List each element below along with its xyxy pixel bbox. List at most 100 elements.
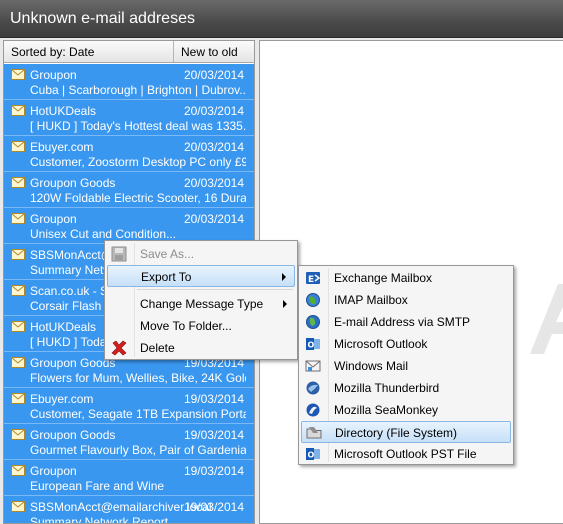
- message-sender: HotUKDeals: [30, 320, 97, 334]
- delete-x-icon: [111, 340, 127, 356]
- message-date: 20/03/2014: [183, 212, 244, 226]
- envelope-icon: [11, 213, 25, 224]
- message-date: 20/03/2014: [183, 140, 244, 154]
- svg-text:O: O: [308, 451, 315, 460]
- menu-item-export-to[interactable]: Export To: [107, 265, 295, 287]
- export-item-windows-mail[interactable]: Windows Mail: [301, 355, 511, 377]
- message-row[interactable]: Groupon 20/03/2014 Unisex Cut and Condit…: [4, 208, 254, 244]
- message-date: 19/03/2014: [183, 392, 244, 406]
- menu-item-label: Microsoft Outlook PST File: [334, 447, 477, 461]
- message-date: 19/03/2014: [183, 500, 244, 514]
- submenu-arrow-icon: [282, 273, 286, 281]
- envelope-icon: [11, 393, 25, 404]
- list-header: Sorted by: Date New to old: [4, 41, 254, 63]
- folder-icon: [306, 427, 322, 439]
- menu-item-label: Exchange Mailbox: [334, 271, 433, 285]
- menu-item-label: Mozilla Thunderbird: [334, 381, 440, 395]
- export-item-directory[interactable]: Directory (File System): [301, 421, 511, 443]
- export-item-microsoft-outlook[interactable]: O Microsoft Outlook: [301, 333, 511, 355]
- menu-item-label: Change Message Type: [140, 297, 264, 311]
- menu-item-label: Mozilla SeaMonkey: [334, 403, 439, 417]
- message-row[interactable]: Groupon 19/03/2014 European Fare and Win…: [4, 460, 254, 496]
- submenu-arrow-icon: [283, 300, 287, 308]
- envelope-icon: [11, 69, 25, 80]
- menu-item-label: Move To Folder...: [140, 319, 232, 333]
- message-subject: Customer, Seagate 1TB Expansion Porta...: [30, 407, 246, 421]
- svg-text:E: E: [308, 275, 314, 285]
- envelope-icon: [11, 321, 25, 332]
- sort-by-button[interactable]: Sorted by: Date: [4, 41, 174, 62]
- menu-item-label: Delete: [140, 341, 175, 355]
- message-subject: Summary Network Report...: [30, 515, 179, 524]
- watermark-logo: [530, 284, 563, 354]
- menu-item-change-message-type[interactable]: Change Message Type: [107, 293, 295, 315]
- message-sender: Ebuyer.com: [30, 140, 94, 154]
- envelope-icon: [11, 141, 25, 152]
- message-row[interactable]: Groupon Goods 19/03/2014 Gourmet Flavour…: [4, 424, 254, 460]
- smtp-globe-icon: [306, 315, 320, 329]
- message-sender: HotUKDeals: [30, 104, 97, 118]
- envelope-icon: [11, 501, 25, 512]
- message-row[interactable]: Groupon Goods 20/03/2014 120W Foldable E…: [4, 172, 254, 208]
- export-item-smtp[interactable]: E-mail Address via SMTP: [301, 311, 511, 333]
- message-date: 20/03/2014: [183, 176, 244, 190]
- window-title: Unknown e-mail addreses: [10, 10, 195, 27]
- menu-item-label: IMAP Mailbox: [334, 293, 408, 307]
- message-row[interactable]: Ebuyer.com 20/03/2014 Customer, Zoostorm…: [4, 136, 254, 172]
- menu-item-label: Windows Mail: [334, 359, 409, 373]
- envelope-icon: [11, 429, 25, 440]
- imap-globe-icon: [306, 293, 320, 307]
- message-sender: Ebuyer.com: [30, 392, 94, 406]
- message-date: 19/03/2014: [183, 428, 244, 442]
- envelope-icon: [11, 357, 25, 368]
- export-item-mozilla-seamonkey[interactable]: Mozilla SeaMonkey: [301, 399, 511, 421]
- message-sender: Groupon Goods: [30, 428, 116, 442]
- menu-item-save-as[interactable]: Save As...: [107, 243, 295, 265]
- message-row[interactable]: HotUKDeals 20/03/2014 [ HUKD ] Today's H…: [4, 100, 254, 136]
- menu-item-label: Export To: [141, 270, 192, 284]
- message-sender: Groupon: [30, 68, 77, 82]
- message-sender: Groupon Goods: [30, 176, 116, 190]
- envelope-icon: [11, 285, 25, 296]
- export-item-exchange-mailbox[interactable]: E Exchange Mailbox: [301, 267, 511, 289]
- message-subject: European Fare and Wine: [30, 479, 165, 493]
- envelope-icon: [11, 249, 25, 260]
- envelope-icon: [11, 465, 25, 476]
- message-sender: Groupon Goods: [30, 356, 116, 370]
- export-item-outlook-pst[interactable]: O Microsoft Outlook PST File: [301, 443, 511, 465]
- svg-text:O: O: [308, 341, 315, 350]
- message-subject: Gourmet Flavourly Box, Pair of Gardenia …: [30, 443, 246, 457]
- message-sender: Groupon: [30, 212, 77, 226]
- message-subject: Unisex Cut and Condition...: [30, 227, 177, 241]
- envelope-icon: [11, 177, 25, 188]
- thunderbird-icon: [306, 381, 320, 395]
- menu-item-label: Save As...: [140, 247, 195, 261]
- seamonkey-icon: [306, 403, 320, 417]
- message-row[interactable]: Ebuyer.com 19/03/2014 Customer, Seagate …: [4, 388, 254, 424]
- menu-separator: [137, 289, 293, 290]
- envelope-icon: [11, 105, 25, 116]
- save-disk-icon: [111, 246, 127, 262]
- message-row[interactable]: SBSMonAcct@emailarchiver.local 19/03/201…: [4, 496, 254, 524]
- context-menu: Save As... Export To Change Message Type…: [104, 240, 298, 360]
- menu-item-label: Directory (File System): [335, 426, 458, 440]
- menu-item-delete[interactable]: Delete: [107, 337, 295, 359]
- menu-item-label: E-mail Address via SMTP: [334, 315, 471, 329]
- export-item-mozilla-thunderbird[interactable]: Mozilla Thunderbird: [301, 377, 511, 399]
- export-submenu: E Exchange Mailbox IMAP Mailbox E-mail A…: [298, 265, 514, 465]
- outlook-pst-icon: O: [306, 448, 320, 460]
- message-subject: Customer, Zoostorm Desktop PC only £9...: [30, 155, 246, 169]
- menu-item-move-to-folder[interactable]: Move To Folder...: [107, 315, 295, 337]
- message-subject: 120W Foldable Electric Scooter, 16 Dura.…: [30, 191, 246, 205]
- export-item-imap-mailbox[interactable]: IMAP Mailbox: [301, 289, 511, 311]
- menu-item-label: Microsoft Outlook: [334, 337, 428, 351]
- message-sender: Scan.co.uk - Sc: [30, 284, 115, 298]
- message-row[interactable]: Groupon 20/03/2014 Cuba | Scarborough | …: [4, 64, 254, 100]
- message-date: 20/03/2014: [183, 68, 244, 82]
- sort-order-button[interactable]: New to old: [174, 41, 254, 62]
- message-subject: Cuba | Scarborough | Brighton | Dubrov..…: [30, 83, 246, 97]
- message-subject: [ HUKD ] Today's Hottest deal was 1335..…: [30, 119, 246, 133]
- message-subject: Flowers for Mum, Wellies, Bike, 24K Gold…: [30, 371, 246, 385]
- exchange-icon: E: [306, 272, 321, 285]
- message-sender: Groupon: [30, 464, 77, 478]
